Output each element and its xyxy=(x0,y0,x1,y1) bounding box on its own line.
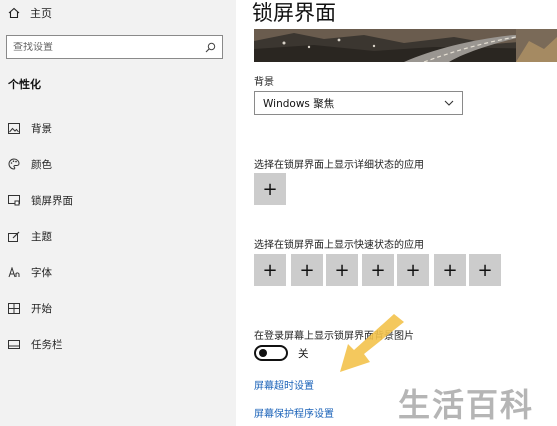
watermark-text: 生活百科 xyxy=(398,386,535,424)
sidebar-item-colors[interactable]: 颜色 xyxy=(0,146,236,182)
taskbar-icon xyxy=(7,337,21,351)
toggle-state-label: 关 xyxy=(298,347,309,360)
sidebar-item-start[interactable]: 开始 xyxy=(0,290,236,326)
add-quick-status-app-button[interactable]: + xyxy=(291,254,323,286)
theme-icon xyxy=(7,229,21,243)
sidebar-item-label: 锁屏界面 xyxy=(31,194,73,207)
sidebar-item-label: 颜色 xyxy=(31,158,52,171)
add-quick-status-app-button[interactable]: + xyxy=(397,254,429,286)
add-quick-status-app-button[interactable]: + xyxy=(469,254,501,286)
plus-icon: + xyxy=(262,178,278,200)
search-box[interactable] xyxy=(6,35,223,59)
lock-screen-settings: 锁屏界面 背景 Windows 聚焦 选择在锁屏界面上显示详细状态的应用 + 选… xyxy=(236,0,557,426)
sidebar-item-label: 任务栏 xyxy=(31,338,63,351)
add-quick-status-app-button[interactable]: + xyxy=(326,254,358,286)
plus-icon: + xyxy=(442,259,458,281)
search-input[interactable] xyxy=(13,41,205,53)
background-dropdown[interactable]: Windows 聚焦 xyxy=(254,91,463,115)
lock-screen-preview-image xyxy=(254,29,557,62)
sidebar-item-background[interactable]: 背景 xyxy=(0,110,236,146)
font-icon xyxy=(7,265,21,279)
search-icon[interactable] xyxy=(205,42,216,53)
plus-icon: + xyxy=(370,259,386,281)
background-dropdown-value: Windows 聚焦 xyxy=(263,97,335,110)
screen-timeout-settings-link[interactable]: 屏幕超时设置 xyxy=(254,377,314,392)
signin-background-toggle-row: 关 xyxy=(254,345,309,361)
plus-icon: + xyxy=(405,259,421,281)
lock-screen-icon xyxy=(7,193,21,207)
sidebar-item-label: 字体 xyxy=(31,266,52,279)
sidebar-item-taskbar[interactable]: 任务栏 xyxy=(0,326,236,362)
page-title: 锁屏界面 xyxy=(252,1,336,25)
section-title: 个性化 xyxy=(8,78,41,91)
home-label: 主页 xyxy=(30,7,52,20)
sidebar-item-label: 主题 xyxy=(31,230,52,243)
sidebar-item-themes[interactable]: 主题 xyxy=(0,218,236,254)
add-quick-status-app-button[interactable]: + xyxy=(362,254,394,286)
plus-icon: + xyxy=(299,259,315,281)
sidebar-item-lock-screen[interactable]: 锁屏界面 xyxy=(0,182,236,218)
plus-icon: + xyxy=(477,259,493,281)
signin-background-label: 在登录屏幕上显示锁屏界面背景图片 xyxy=(254,331,414,342)
quick-status-label: 选择在锁屏界面上显示快速状态的应用 xyxy=(254,240,424,251)
plus-icon: + xyxy=(334,259,350,281)
palette-icon xyxy=(7,157,21,171)
chevron-down-icon xyxy=(444,100,454,106)
signin-background-toggle[interactable] xyxy=(254,345,288,361)
image-icon xyxy=(7,121,21,135)
sidebar-item-fonts[interactable]: 字体 xyxy=(0,254,236,290)
sidebar-nav: 背景 颜色 锁屏界面 主题 字体 开始 任务栏 xyxy=(0,110,236,362)
background-label: 背景 xyxy=(254,77,274,88)
home-link[interactable]: 主页 xyxy=(8,5,52,21)
home-icon xyxy=(8,7,20,19)
sidebar-item-label: 背景 xyxy=(31,122,52,135)
toggle-knob xyxy=(259,349,267,357)
add-quick-status-app-button[interactable]: + xyxy=(254,254,286,286)
detailed-status-label: 选择在锁屏界面上显示详细状态的应用 xyxy=(254,160,424,171)
start-icon xyxy=(7,301,21,315)
plus-icon: + xyxy=(262,259,278,281)
screensaver-settings-link[interactable]: 屏幕保护程序设置 xyxy=(254,405,334,420)
add-quick-status-app-button[interactable]: + xyxy=(434,254,466,286)
sidebar-item-label: 开始 xyxy=(31,302,52,315)
add-detailed-status-app-button[interactable]: + xyxy=(254,173,286,205)
settings-sidebar: 主页 个性化 背景 颜色 锁屏界面 xyxy=(0,0,236,426)
